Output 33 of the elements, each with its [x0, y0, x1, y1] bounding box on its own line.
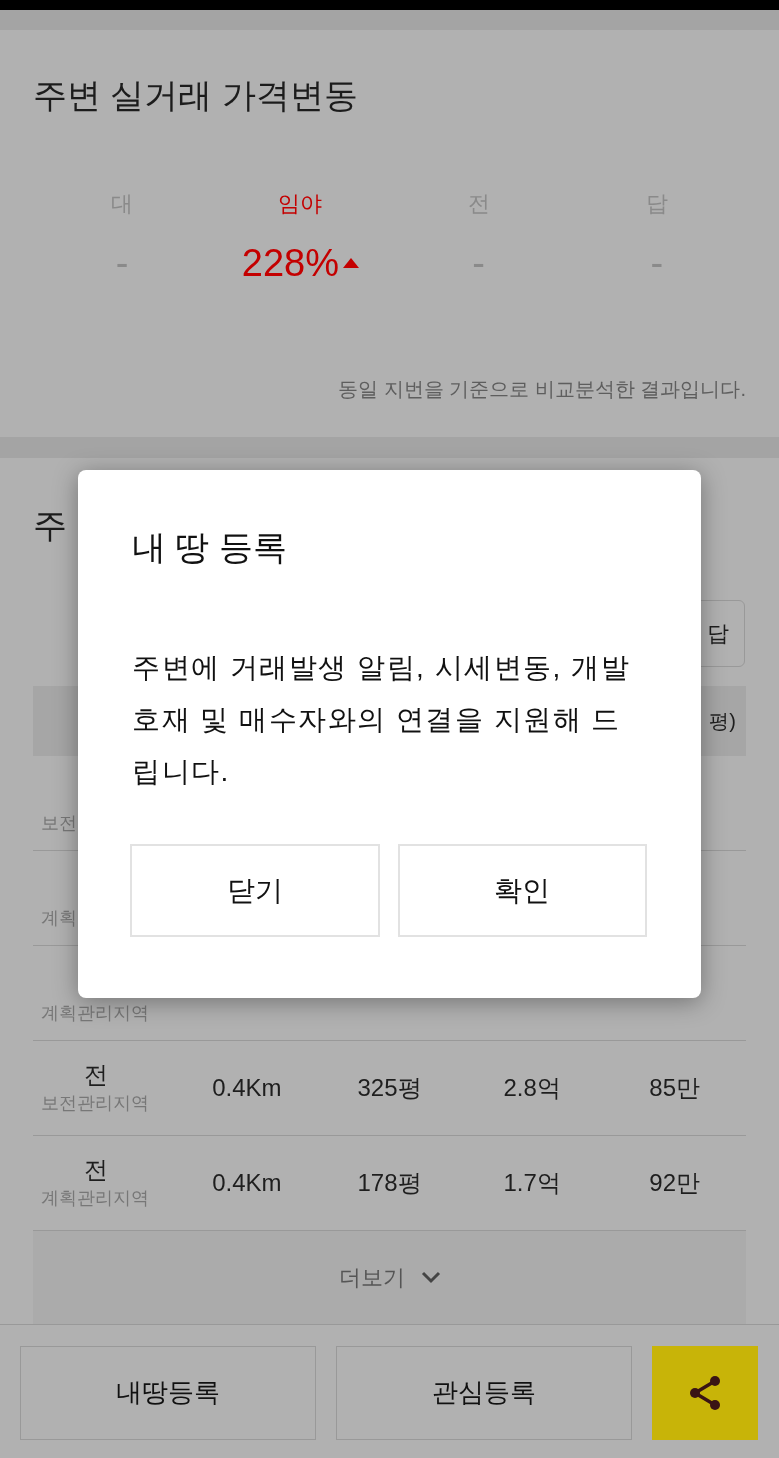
zone-cell-text: 계획 — [41, 907, 78, 930]
price-cell-text: 1.7억 — [503, 1168, 561, 1198]
unit-price-cell-text: 85만 — [649, 1073, 701, 1103]
zone-cell-text: 계획관리지역 — [41, 1002, 150, 1025]
price-change-value: - — [115, 241, 129, 286]
land-type-cell-text: 전 — [83, 1060, 109, 1090]
share-button[interactable] — [652, 1345, 758, 1440]
bottom-action-button[interactable]: 내땅등록 — [20, 1345, 316, 1440]
zone-cell-text: 계획관리지역 — [41, 1187, 150, 1210]
area-cell-text: 178평 — [357, 1168, 422, 1198]
distance-cell-text: 0.4Km — [212, 1168, 282, 1198]
dialog-button[interactable]: 확인 — [397, 844, 647, 937]
chevron-down-icon — [420, 1271, 441, 1284]
price-change-value: 228% — [241, 241, 339, 286]
price-change-value: - — [650, 241, 664, 286]
land-type-cell-text: 전 — [83, 1155, 109, 1185]
section-title: 주변 실거래 가격변동 — [32, 75, 359, 115]
section-title: 주 — [32, 505, 68, 545]
dialog-button[interactable]: 닫기 — [130, 844, 380, 937]
column-header: 평) — [709, 709, 736, 734]
up-triangle-icon — [342, 258, 359, 268]
distance-cell-text: 0.4Km — [212, 1073, 282, 1103]
price-cell-text: 2.8억 — [503, 1073, 561, 1103]
unit-price-cell-text: 92만 — [649, 1168, 701, 1198]
area-cell-text: 325평 — [357, 1073, 422, 1103]
dialog-message: 주변에 거래발생 알림, 시세변동, 개발 호재 및 매수자와의 연결을 지원해 드립니다. — [132, 651, 632, 789]
zone-cell-text: 보전 — [41, 812, 78, 835]
note-text: 동일 지번을 기준으로 비교분석한 결과입니다. — [338, 377, 746, 402]
zone-cell-text: 보전관리지역 — [41, 1092, 150, 1115]
dialog-title: 내 땅 등록 — [132, 527, 288, 567]
price-change-value: - — [472, 241, 485, 286]
bottom-action-button[interactable]: 관심등록 — [336, 1345, 632, 1440]
land-type-label: 임야 — [278, 190, 323, 218]
